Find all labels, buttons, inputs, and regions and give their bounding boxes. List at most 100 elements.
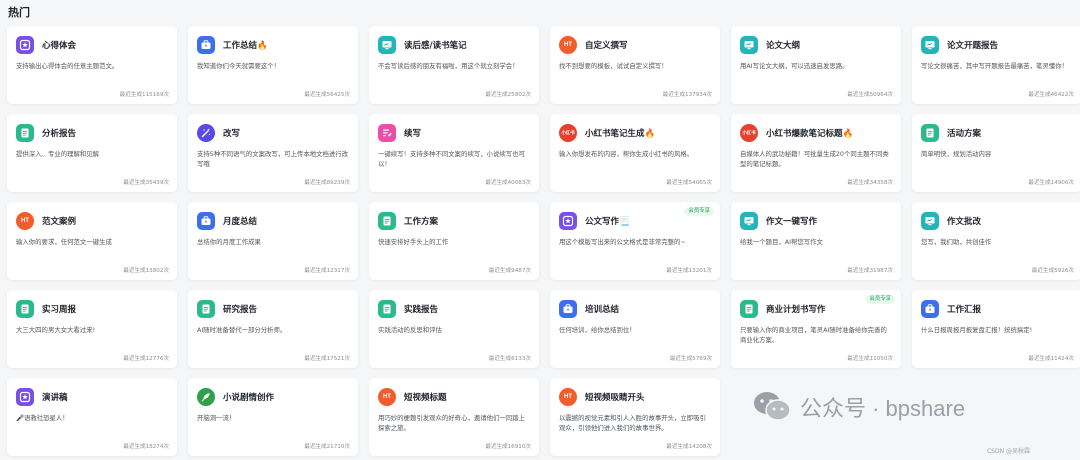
card-header: 活动方案 [921,123,1073,143]
usage-count: 最近生成5926次 [1031,268,1074,274]
card-title: 读后感/读书笔记 [404,41,467,51]
card-header: 研究报告 [197,299,349,319]
card-title: 活动方案 [947,129,982,139]
template-card[interactable]: HT 短视频吸睛开头 以震撼的视觉元素和引人入胜的故事开头，立即吸引观众，引领他们进… [550,378,720,456]
flame-icon: HT [378,388,396,406]
card-description: 您写，我们助，共创佳作 [921,238,992,246]
template-card[interactable]: 活动方案 简单明快，规划活动内容 最近生成14906次 [912,114,1080,192]
card-title: 范文案例 [42,217,77,227]
usage-count: 最近生成13802次 [123,268,169,274]
card-title: 小说剧情创作 [223,393,275,403]
template-card[interactable]: 小红书 小红书笔记生成🔥 输入你想发布的内容，帮你生成小红书的风格。 最近生成5406… [550,114,720,192]
document-icon [197,300,215,318]
magic-wand-icon [197,124,215,142]
template-card[interactable]: 改写 支持5种不同语气的文案改写，可上传本地文档进行改写哦 最近生成89239次 [188,114,358,192]
card-description: 输入你的要求，任何范文一键生成 [16,238,112,246]
template-card[interactable]: 实习周报 大三大四的男大女大看过来! 最近生成12776次 [7,290,177,368]
template-card[interactable]: HT 短视频标题 用巧妙的梗题引发观众的好奇心，邀请他们一同踏上探索之旅。 最近生成1… [369,378,539,456]
card-description: 用巧妙的梗题引发观众的好奇心，邀请他们一同踏上探索之旅。 [378,414,525,432]
card-description: 以震撼的视觉元素和引人入胜的故事开头，立即吸引观众，引领他们进入我们的故事世界。 [559,414,706,432]
template-card[interactable]: 演讲稿 🎤语救社恐星人！ 最近生成18274次 [7,378,177,456]
card-description: 找不到想要的模板，试试自定义撰写！ [559,62,668,70]
template-card[interactable]: HT 范文案例输入你的要求，任何范文一键生成最近生成13802次 [7,202,177,280]
usage-count: 最近生成5769次 [669,356,712,362]
template-card[interactable]: 分析报告 提供深入、专业的理解和见解 最近生成35439次 [7,114,177,192]
card-description: 用AI写论文大纲，可以迅速启发思路。 [740,62,849,70]
card-description: 实践活动的反思和评估 [378,326,442,334]
briefcase-icon [559,300,577,318]
template-card[interactable]: 小红书 小红书爆款笔记标题🔥 自媒体人的武功秘籍！可批量生成20个同主题不同类型的笔… [731,114,901,192]
card-header: 工作汇报 [921,299,1073,319]
template-card[interactable]: 作文批改您写，我们助，共创佳作最近生成5926次 [912,202,1080,280]
card-title: 研究报告 [223,305,258,315]
watermark-text: 公众号 · bpshare [800,396,966,421]
card-title: 论文大纲 [766,41,801,51]
card-header: 演讲稿 [16,387,168,407]
template-card[interactable]: 工作总结🔥 我知道你们今天就需要这个！ 最近生成56425次 [188,26,358,104]
card-title: 心得体会 [42,41,77,51]
usage-count: 最近生成89239次 [304,180,350,186]
icon-label: HT [383,394,391,400]
card-title: 公文写作📃 [585,217,630,227]
wechat-icon [754,392,791,421]
usage-count: 最近生成137934次 [662,92,712,98]
star-badge-icon [16,36,34,54]
template-card[interactable]: 工作汇报 什么日报周报月报复盘汇报！统统搞定! 最近生成11424次 [912,290,1080,368]
document-icon [378,300,396,318]
template-card[interactable]: 工作方案 快速安排好手头上的工作 最近生成9487次 [369,202,539,280]
usage-count: 最近生成13201次 [666,268,712,274]
template-card[interactable]: 实践报告 实践活动的反思和评估 最近生成6133次 [369,290,539,368]
usage-count: 最近生成115169次 [119,92,169,98]
card-title: 商业计划书写作 [766,305,826,315]
template-card[interactable]: 论文开题报告写论文很痛苦，其中写开题报告最痛苦，笔灵懂你！ 最近生成46422次 [912,26,1080,104]
section-title: 热门 [8,6,30,19]
usage-count: 最近生成54065次 [666,180,712,186]
card-title: 自定义撰写 [585,41,628,51]
footnote: CSDN @吴秋霖 [986,448,1030,455]
template-card[interactable]: 研究报告 AI随时准备替代一部分分析师。 最近生成17521次 [188,290,358,368]
icon-label: HT [564,394,572,400]
usage-count: 最近生成34358次 [847,180,893,186]
template-card[interactable]: 心得体会支持输出心得体会的任意主题范文。最近生成115169次 [7,26,177,104]
icon-label: 小红书 [561,129,575,135]
template-card[interactable]: 商业计划书写作 只要输入你的商业项目，笔灵AI随时准备给你完善的商业化方案。 最近生… [731,290,901,368]
card-description: 只要输入你的商业项目，笔灵AI随时准备给你完善的商业化方案。 [740,326,887,344]
template-card[interactable]: 月度总结 总结你的月度工作成果 最近生成12317次 [188,202,358,280]
template-card[interactable]: 小说剧情创作 开脑洞一流！ 最近生成21710次 [188,378,358,456]
document-icon [16,124,34,142]
template-card[interactable]: 培训总结 任何培训，给你总结到位！ 最近生成5769次 [550,290,720,368]
flame-icon: HT [559,388,577,406]
usage-count: 最近生成46422次 [1028,92,1074,98]
card-description: 写论文很痛苦，其中写开题报告最痛苦，笔灵懂你！ [921,62,1068,70]
card-title: 论文开题报告 [947,41,999,51]
usage-count: 最近生成12317次 [304,268,350,274]
flame-icon: HT [16,212,34,230]
card-title: 培训总结 [585,305,620,315]
card-description: 简单明快，规划活动内容 [921,150,992,158]
card-description: 支持输出心得体会的任意主题范文。 [16,62,119,70]
card-description: 输入你想发布的内容，帮你生成小红书的风格。 [559,150,694,158]
usage-count: 最近生成31987次 [847,268,893,274]
card-header: 小说剧情创作 [197,387,349,407]
card-title: 作文批改 [947,217,982,227]
template-card[interactable]: 公文写作📃 用这个模版写出来的公文格式是非常完整的~ 最近生成13201次 会员专享 [550,202,720,280]
template-card[interactable]: 续写 一键续写！支持多种不同文案的续写，小说续写也可以！ 最近生成40083次 [369,114,539,192]
document-icon [16,300,34,318]
briefcase-icon [197,36,215,54]
card-description: 🎤语救社恐星人！ [16,414,69,422]
template-card[interactable]: 论文大纲 用AI写论文大纲，可以迅速启发思路。 最近生成50964次 [731,26,901,104]
edit-lines-icon [378,124,396,142]
monitor-icon [740,36,758,54]
card-title: 工作方案 [404,217,439,227]
card-description: 自媒体人的武功秘籍！可批量生成20个同主题不同类型的笔记标题。 [740,150,889,168]
star-badge-icon [16,388,34,406]
monitor-icon [921,36,939,54]
usage-count: 最近生成12776次 [123,356,169,362]
template-card[interactable]: HT 自定义撰写 找不到想要的模板，试试自定义撰写！ 最近生成137934次 [550,26,720,104]
usage-count: 最近生成9487次 [488,268,531,274]
template-card[interactable]: 作文一键写作 给我一个题目，AI帮您写作文 最近生成31987次 [731,202,901,280]
card-header: 实践报告 [378,299,530,319]
card-header: 作文批改 [921,211,1073,231]
card-title: 工作总结🔥 [223,41,268,51]
template-card[interactable]: 读后感/读书笔记 不会写读后感的朋友有福啦，用这个就立刻学会！ 最近生成25802次 [369,26,539,104]
